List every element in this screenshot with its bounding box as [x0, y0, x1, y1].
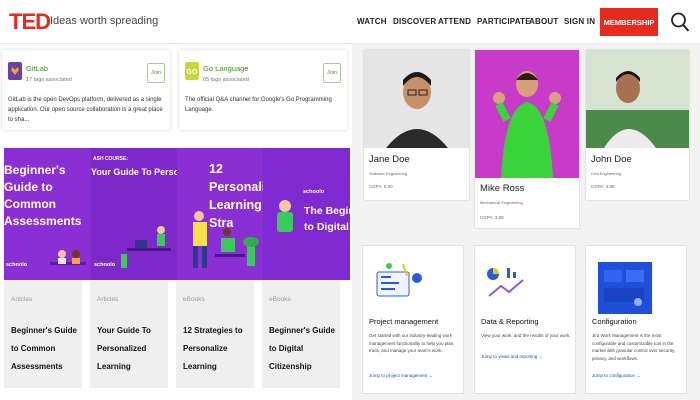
student-illustration-icon — [277, 200, 293, 232]
profile-card[interactable]: Mike Ross Mechanical Engineering CGPA: 3… — [475, 50, 579, 228]
person-avatar-icon — [586, 50, 689, 148]
course-banner-strip: Beginner's Guide to Common Assessments s… — [4, 148, 350, 280]
article-type: Articles — [97, 296, 119, 303]
article-title[interactable]: Your Guide To Personalized Learning — [97, 322, 167, 376]
course-banner-title: Your Guide To Personalized Le — [91, 167, 177, 177]
schoology-brand: schoolo — [303, 189, 325, 195]
join-button[interactable]: Join — [147, 63, 165, 83]
feature-description: View your work, and the results of your … — [481, 333, 571, 338]
profile-role: Civil Engineering — [591, 171, 622, 176]
course-banner-4[interactable]: schoolo The Beginner's to Digital Citiz — [263, 148, 350, 280]
article-card[interactable]: eBooks 12 Strategies to Personalize Lear… — [176, 280, 254, 388]
article-type: eBooks — [269, 296, 291, 303]
profile-photo — [475, 50, 579, 178]
profile-role: Software Engineering — [369, 171, 408, 176]
feature-title: Project management — [369, 317, 439, 326]
profile-card[interactable]: John Doe Civil Engineering CGPA: 4.08 — [586, 50, 689, 200]
desk-illustration-icon — [50, 250, 86, 265]
nav-discover[interactable]: DISCOVER — [393, 17, 436, 26]
person-avatar-icon — [364, 50, 469, 148]
article-title[interactable]: Beginner's Guide to Common Assessments — [11, 322, 81, 376]
nav-attend[interactable]: ATTEND — [438, 17, 471, 26]
profile-name: John Doe — [591, 154, 632, 165]
tag-name[interactable]: GitLab — [26, 64, 48, 73]
article-type: eBooks — [183, 296, 205, 303]
feature-link[interactable]: Jump to views and reporting → — [481, 354, 543, 359]
feature-description: Get started with our industry-leading wo… — [369, 333, 455, 353]
nav-about[interactable]: ABOUT — [529, 17, 558, 26]
feature-link[interactable]: Jump to configuration → — [592, 373, 641, 378]
course-banner-title: The Beginner's to Digital Citiz — [304, 205, 350, 233]
profile-photo — [586, 50, 689, 148]
classroom-illustration-icon — [121, 226, 171, 268]
profile-name: Mike Ross — [480, 183, 525, 194]
feature-card-data-reporting[interactable]: Data & Reporting View your work, and the… — [474, 245, 576, 394]
tag-card-go-language: GO Go Language 65 tags associated Join T… — [179, 50, 347, 130]
feature-card-configuration[interactable]: Configuration Jira Work Management is th… — [585, 245, 687, 394]
ted-logo[interactable]: TED — [9, 9, 51, 35]
profile-gpa: CGPA: 3.99 — [480, 215, 504, 220]
feature-card-project-management[interactable]: Project management Get started with our … — [362, 245, 464, 394]
profile-gpa: CGPA: 5.00 — [369, 184, 393, 189]
tag-count: 65 tags associated — [203, 77, 249, 83]
configuration-icon — [598, 262, 652, 314]
tag-description: GitLab is the open DevOps platform, deli… — [8, 97, 163, 123]
course-banner-3[interactable]: 12 Personaliz Learning Stra — [177, 148, 263, 280]
article-card[interactable]: eBooks Beginner's Guide to Digital Citiz… — [262, 280, 340, 388]
feature-link[interactable]: Jump to project management → — [369, 373, 433, 378]
nav-participate[interactable]: PARTICIPATE — [477, 17, 531, 26]
learners-illustration-icon — [193, 211, 259, 268]
feature-title: Configuration — [592, 317, 637, 326]
site-tagline: Ideas worth spreading — [50, 15, 159, 27]
article-card[interactable]: Articles Your Guide To Personalized Lear… — [90, 280, 168, 388]
data-reporting-icon — [487, 268, 524, 297]
top-header: TED Ideas worth spreading WATCH DISCOVER… — [0, 0, 700, 44]
feature-title: Data & Reporting — [481, 317, 539, 326]
nav-watch[interactable]: WATCH — [357, 17, 387, 26]
profile-role: Mechanical Engineering — [480, 200, 523, 205]
profile-name: Jane Doe — [369, 154, 410, 165]
svg-text:GO: GO — [187, 69, 198, 76]
article-type: Articles — [11, 296, 33, 303]
feature-description: Jira Work Management is the most configu… — [592, 333, 676, 361]
tag-count: 17 tags associated — [26, 77, 72, 83]
nav-sign-in[interactable]: SIGN IN — [564, 17, 595, 26]
join-button[interactable]: Join — [323, 63, 341, 83]
schoology-brand: schoolo — [6, 262, 28, 268]
schoology-brand: schoolo — [94, 262, 116, 268]
tag-card-gitlab: GitLab 17 tags associated Join GitLab is… — [2, 50, 170, 130]
article-title[interactable]: 12 Strategies to Personalize Learning — [183, 322, 253, 376]
course-banner-1[interactable]: Beginner's Guide to Common Assessments s… — [4, 148, 91, 280]
membership-button[interactable]: MEMBERSHIP — [600, 8, 658, 36]
go-logo-icon: GO — [185, 62, 199, 80]
person-avatar-icon — [475, 50, 579, 178]
article-title[interactable]: Beginner's Guide to Digital Citizenship — [269, 322, 339, 376]
profile-gpa: CGPA: 4.08 — [591, 184, 615, 189]
search-icon[interactable] — [670, 11, 690, 33]
course-banner-title: Beginner's Guide to Common Assessments — [4, 163, 82, 228]
profile-photo — [364, 50, 469, 148]
course-kicker: ASH COURSE: — [93, 156, 129, 162]
tag-description: The official Q&A channel for Google's Go… — [185, 97, 332, 113]
article-card[interactable]: Articles Beginner's Guide to Common Asse… — [4, 280, 82, 388]
profile-card[interactable]: Jane Doe Software Engineering CGPA: 5.00 — [364, 50, 469, 200]
project-management-icon — [376, 263, 422, 297]
course-banner-2[interactable]: ASH COURSE: Your Guide To Personalized L… — [91, 148, 177, 280]
tag-name[interactable]: Go Language — [203, 64, 248, 73]
gitlab-logo-icon — [8, 62, 22, 80]
